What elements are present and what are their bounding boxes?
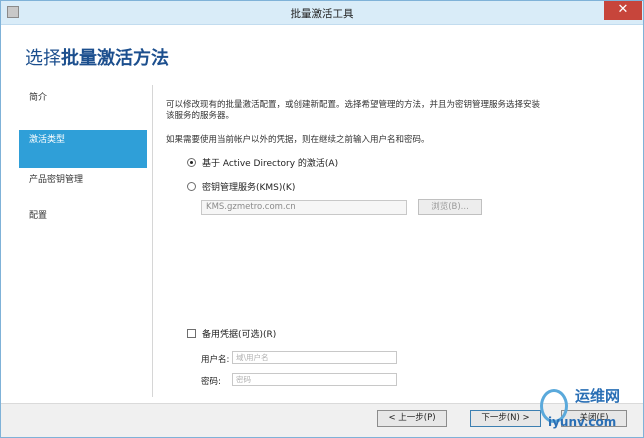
radio-kms[interactable]: 密钥管理服务(KMS)(K) <box>187 179 295 193</box>
sidebar-divider <box>152 85 153 397</box>
browse-button[interactable]: 浏览(B)... <box>418 199 482 215</box>
window-title: 批量激活工具 <box>290 8 354 20</box>
radio-active-directory[interactable]: 基于 Active Directory 的激活(A) <box>187 155 338 169</box>
username-label: 用户名: <box>201 355 230 365</box>
password-label: 密码: <box>201 377 221 387</box>
close-window-button[interactable]: ✕ <box>604 1 642 20</box>
page-title-prefix: 选择 <box>25 48 61 69</box>
radio-label-active-directory: 基于 Active Directory 的激活(A) <box>202 158 339 169</box>
kms-server-field[interactable]: KMS.gzmetro.com.cn <box>201 200 407 215</box>
credentials-note: 如果需要使用当前帐户以外的凭据，则在继续之前输入用户名和密码。 <box>166 135 430 145</box>
next-button[interactable]: 下一步(N) > <box>470 410 541 427</box>
radio-label-kms: 密钥管理服务(KMS)(K) <box>202 182 296 193</box>
page-title: 选择批量激活方法 <box>25 44 169 70</box>
batch-activation-window: 批量激活工具 ✕ 选择批量激活方法 简介 激活类型 产品密钥管理 配置 可以修改… <box>0 0 644 438</box>
title-bar[interactable]: 批量激活工具 ✕ <box>1 1 643 25</box>
description-line-2: 该服务的服务器。 <box>166 111 235 121</box>
watermark-text: 运维网 <box>575 387 621 405</box>
sidebar-item-product-key-management[interactable]: 产品密钥管理 <box>19 167 147 193</box>
back-button[interactable]: < 上一步(P) <box>377 410 447 427</box>
sidebar-item-intro[interactable]: 简介 <box>19 85 147 111</box>
alternate-credentials-checkbox[interactable] <box>187 329 196 338</box>
password-input[interactable]: 密码 <box>232 373 397 386</box>
alternate-credentials-label: 备用凭据(可选)(R) <box>202 330 277 340</box>
page-title-main: 批量激活方法 <box>61 48 169 69</box>
alternate-credentials-checkbox-row[interactable]: 备用凭据(可选)(R) <box>187 327 276 340</box>
watermark: 运维网 iyunv.com <box>538 381 643 437</box>
sidebar-item-activation-type[interactable]: 激活类型 <box>19 130 147 168</box>
radio-button[interactable] <box>187 181 196 191</box>
radio-button-checked[interactable] <box>187 157 196 167</box>
username-input[interactable]: 域\用户名 <box>232 351 397 364</box>
watermark-url: iyunv.com <box>548 415 617 429</box>
sidebar-item-configuration[interactable]: 配置 <box>19 203 147 229</box>
